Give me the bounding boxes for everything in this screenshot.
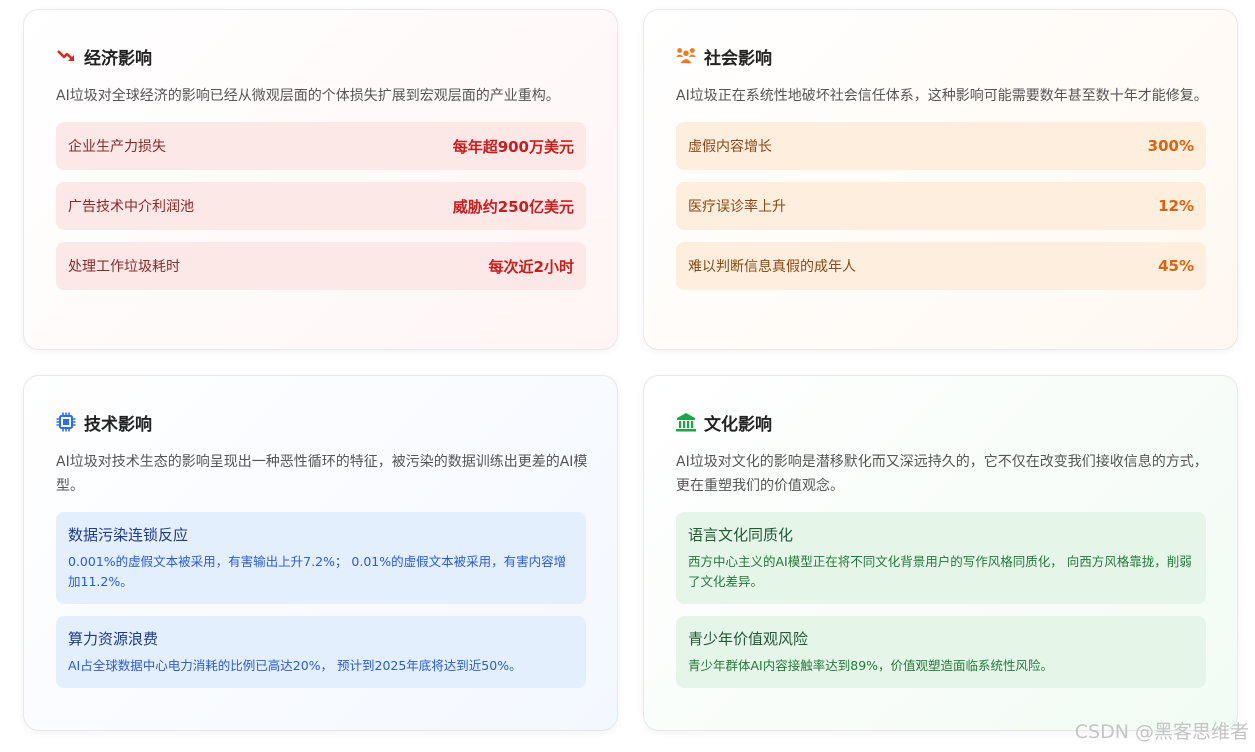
card-description: AI垃圾对文化的影响是潜移默化而又深远持久的，它不仅在改变我们接收信息的方式，更…: [676, 454, 1208, 494]
chip-icon: [56, 412, 76, 432]
card-title: 文化影响: [704, 414, 772, 435]
info-box-text: 青少年群体AI内容接触率达到89%，价值观塑造面临系统性风险。: [688, 658, 1054, 673]
stat-row: 处理工作垃圾耗时 每次近2小时: [56, 242, 586, 290]
card-title: 社会影响: [704, 48, 772, 69]
card-title: 经济影响: [84, 48, 152, 69]
stat-list: 企业生产力损失 每年超900万美元 广告技术中介利润池 威胁约250亿美元 处理…: [56, 122, 586, 290]
info-box: 语言文化同质化 西方中心主义的AI模型正在将不同文化背景用户的写作风格同质化， …: [676, 512, 1206, 604]
info-box-title: 数据污染连锁反应: [68, 526, 189, 544]
info-box-text: 西方中心主义的AI模型正在将不同文化背景用户的写作风格同质化， 向西方风格靠拢，…: [688, 554, 1192, 589]
trend-down-icon: [56, 46, 76, 66]
stat-row: 企业生产力损失 每年超900万美元: [56, 122, 586, 170]
info-box: 数据污染连锁反应 0.001%的虚假文本被采用，有害输出上升7.2%； 0.01…: [56, 512, 586, 604]
stat-value: 每年超900万美元: [452, 137, 574, 156]
stat-row: 难以判断信息真假的成年人 45%: [676, 242, 1206, 290]
tech-impact-card: 技术影响 AI垃圾对技术生态的影响呈现出一种恶性循环的特征，被污染的数据训练出更…: [23, 375, 618, 731]
info-box-title: 青少年价值观风险: [688, 630, 809, 648]
stat-value: 300%: [1147, 137, 1194, 155]
people-icon: [676, 46, 696, 66]
stat-row: 虚假内容增长 300%: [676, 122, 1206, 170]
card-title: 技术影响: [84, 414, 152, 435]
card-header: 社会影响: [676, 44, 1205, 69]
card-header: 技术影响: [56, 410, 585, 435]
economic-impact-card: 经济影响 AI垃圾对全球经济的影响已经从微观层面的个体损失扩展到宏观层面的产业重…: [23, 9, 618, 350]
card-header: 经济影响: [56, 44, 585, 69]
stat-row: 医疗误诊率上升 12%: [676, 182, 1206, 230]
info-box-title: 算力资源浪费: [68, 630, 159, 648]
card-description: AI垃圾对全球经济的影响已经从微观层面的个体损失扩展到宏观层面的产业重构。: [56, 88, 560, 104]
stat-list: 虚假内容增长 300% 医疗误诊率上升 12% 难以判断信息真假的成年人 45%: [676, 122, 1206, 290]
card-description: AI垃圾对技术生态的影响呈现出一种恶性循环的特征，被污染的数据训练出更差的AI模…: [56, 454, 588, 494]
stat-label: 虚假内容增长: [688, 139, 772, 155]
info-box: 青少年价值观风险 青少年群体AI内容接触率达到89%，价值观塑造面临系统性风险。: [676, 616, 1206, 688]
info-box: 算力资源浪费 AI占全球数据中心电力消耗的比例已高达20%， 预计到2025年底…: [56, 616, 586, 688]
card-header: 文化影响: [676, 410, 1205, 435]
stat-label: 医疗误诊率上升: [688, 199, 786, 215]
stat-label: 企业生产力损失: [68, 139, 166, 155]
museum-icon: [676, 412, 696, 432]
stat-value: 12%: [1158, 197, 1194, 215]
info-box-text: AI占全球数据中心电力消耗的比例已高达20%， 预计到2025年底将达到近50%…: [68, 658, 522, 673]
stat-label: 难以判断信息真假的成年人: [688, 259, 856, 275]
stat-value: 威胁约250亿美元: [452, 197, 574, 216]
stat-value: 45%: [1158, 257, 1194, 275]
stat-label: 广告技术中介利润池: [68, 199, 194, 215]
stat-label: 处理工作垃圾耗时: [68, 259, 180, 275]
info-box-title: 语言文化同质化: [688, 526, 794, 544]
info-box-text: 0.001%的虚假文本被采用，有害输出上升7.2%； 0.01%的虚假文本被采用…: [68, 554, 567, 589]
stat-row: 广告技术中介利润池 威胁约250亿美元: [56, 182, 586, 230]
stat-value: 每次近2小时: [488, 257, 574, 276]
card-description: AI垃圾正在系统性地破坏社会信任体系，这种影响可能需要数年甚至数十年才能修复。: [676, 88, 1208, 104]
watermark: CSDN @黑客思维者: [1074, 721, 1249, 743]
info-box-list: 语言文化同质化 西方中心主义的AI模型正在将不同文化背景用户的写作风格同质化， …: [676, 512, 1206, 688]
info-box-list: 数据污染连锁反应 0.001%的虚假文本被采用，有害输出上升7.2%； 0.01…: [56, 512, 586, 688]
social-impact-card: 社会影响 AI垃圾正在系统性地破坏社会信任体系，这种影响可能需要数年甚至数十年才…: [643, 9, 1238, 350]
culture-impact-card: 文化影响 AI垃圾对文化的影响是潜移默化而又深远持久的，它不仅在改变我们接收信息…: [643, 375, 1238, 731]
